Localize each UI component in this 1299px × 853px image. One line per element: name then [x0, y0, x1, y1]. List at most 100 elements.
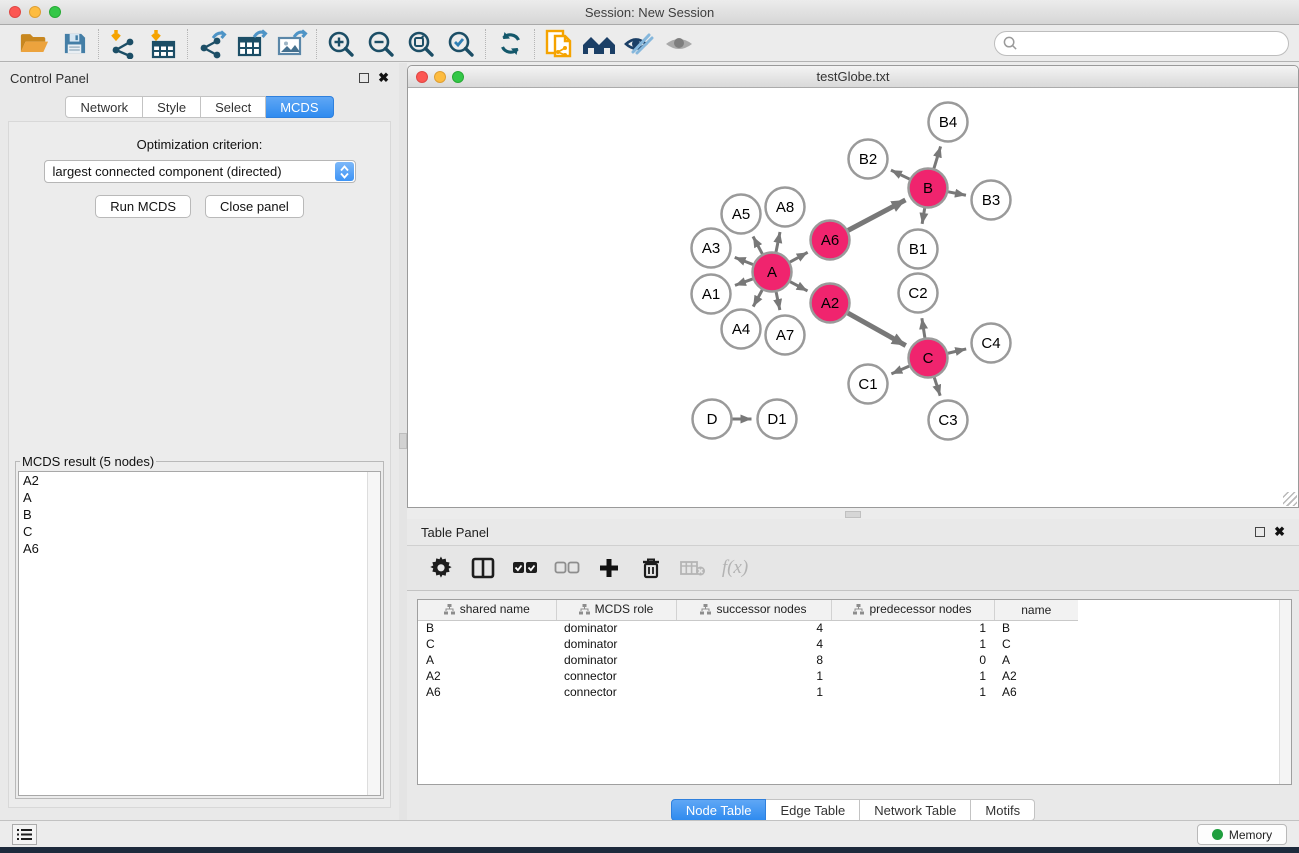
mcds-result-list[interactable]: A2ABCA6 — [18, 471, 381, 796]
open-file-icon[interactable] — [14, 28, 54, 60]
close-window-button[interactable] — [9, 6, 21, 18]
criterion-select[interactable]: largest connected component (directed) — [44, 160, 356, 183]
splitter-grip[interactable] — [845, 511, 861, 518]
table-cell-predecessor_nodes[interactable]: 1 — [831, 620, 994, 636]
graph-edge-A6-B[interactable] — [848, 200, 905, 230]
column-header-predecessor-nodes[interactable]: predecessor nodes — [831, 600, 994, 620]
table-cell-mcds_role[interactable]: connector — [556, 684, 676, 700]
graph-edge-C-C1[interactable] — [891, 366, 909, 374]
result-list-item[interactable]: A — [19, 489, 380, 506]
table-cell-predecessor_nodes[interactable]: 1 — [831, 636, 994, 652]
table-scrollbar[interactable] — [1279, 600, 1291, 784]
unselect-all-columns-icon[interactable] — [549, 550, 585, 586]
table-row[interactable]: Adominator80A — [418, 652, 1078, 668]
table-cell-name[interactable]: B — [994, 620, 1078, 636]
graph-edge-A-A7[interactable] — [776, 292, 780, 310]
table-cell-successor_nodes[interactable]: 8 — [676, 652, 831, 668]
net-minimize-button[interactable] — [434, 71, 446, 83]
table-cell-name[interactable]: A — [994, 652, 1078, 668]
column-header-successor-nodes[interactable]: successor nodes — [676, 600, 831, 620]
graph-edge-B-B1[interactable] — [922, 208, 925, 224]
close-panel-icon[interactable]: ✖ — [378, 73, 389, 83]
export-image-icon[interactable] — [272, 28, 312, 60]
graph-edge-A-A4[interactable] — [753, 290, 762, 307]
table-cell-mcds_role[interactable]: connector — [556, 668, 676, 684]
create-column-icon[interactable] — [591, 550, 627, 586]
graph-edge-B-B3[interactable] — [948, 192, 966, 195]
tab-mcds[interactable]: MCDS — [266, 96, 333, 118]
table-cell-shared_name[interactable]: A — [418, 652, 556, 668]
table-cell-shared_name[interactable]: A2 — [418, 668, 556, 684]
zoom-fit-icon[interactable] — [401, 28, 441, 60]
graph-edge-C-C4[interactable] — [948, 349, 966, 353]
new-network-from-selection-icon[interactable] — [539, 28, 579, 60]
tab-select[interactable]: Select — [201, 96, 266, 118]
table-row[interactable]: A6connector11A6 — [418, 684, 1078, 700]
table-cell-mcds_role[interactable]: dominator — [556, 652, 676, 668]
result-list-item[interactable]: A2 — [19, 472, 380, 489]
table-cell-successor_nodes[interactable]: 4 — [676, 636, 831, 652]
hide-selection-icon[interactable] — [619, 28, 659, 60]
zoom-out-icon[interactable] — [361, 28, 401, 60]
table-cell-predecessor_nodes[interactable]: 1 — [831, 668, 994, 684]
tab-style[interactable]: Style — [143, 96, 201, 118]
export-table-icon[interactable] — [232, 28, 272, 60]
table-cell-shared_name[interactable]: A6 — [418, 684, 556, 700]
graph-edge-A-A6[interactable] — [790, 252, 808, 262]
close-panel-button[interactable]: Close panel — [205, 195, 304, 218]
graph-edge-A2-C[interactable] — [848, 313, 906, 345]
table-cell-successor_nodes[interactable]: 4 — [676, 620, 831, 636]
table-cell-mcds_role[interactable]: dominator — [556, 620, 676, 636]
delete-columns-icon[interactable] — [633, 550, 669, 586]
table-row[interactable]: Bdominator41B — [418, 620, 1078, 636]
table-cell-name[interactable]: C — [994, 636, 1078, 652]
minimize-window-button[interactable] — [29, 6, 41, 18]
column-header-mcds-role[interactable]: MCDS role — [556, 600, 676, 620]
zoom-in-icon[interactable] — [321, 28, 361, 60]
zoom-selected-icon[interactable] — [441, 28, 481, 60]
column-header-shared-name[interactable]: shared name — [418, 600, 556, 620]
result-list-item[interactable]: B — [19, 506, 380, 523]
memory-button[interactable]: Memory — [1197, 824, 1287, 845]
table-header-row[interactable]: shared name MCDS role successor nodes pr… — [418, 600, 1078, 620]
table-cell-mcds_role[interactable]: dominator — [556, 636, 676, 652]
graph-edge-A-A5[interactable] — [753, 236, 762, 253]
export-network-icon[interactable] — [192, 28, 232, 60]
result-list-item[interactable]: C — [19, 523, 380, 540]
graph-edge-C-C3[interactable] — [934, 378, 940, 396]
graph-edge-B-B2[interactable] — [891, 170, 910, 179]
net-close-button[interactable] — [416, 71, 428, 83]
graph-edge-C-C2[interactable] — [922, 318, 925, 338]
network-window-titlebar[interactable]: testGlobe.txt — [408, 66, 1298, 88]
network-graph[interactable]: B4B2BB3A8A5A6A3B1AC2A1A2A4A7C4CC1C3DD1 — [408, 88, 1298, 507]
run-mcds-button[interactable]: Run MCDS — [95, 195, 191, 218]
table-cell-predecessor_nodes[interactable]: 1 — [831, 684, 994, 700]
float-table-panel-icon[interactable] — [1255, 527, 1265, 537]
float-panel-icon[interactable] — [359, 73, 369, 83]
graph-edge-A-A1[interactable] — [735, 279, 753, 285]
column-header-name[interactable]: name — [994, 600, 1078, 620]
table-cell-successor_nodes[interactable]: 1 — [676, 668, 831, 684]
table-cell-name[interactable]: A2 — [994, 668, 1078, 684]
tab-motifs[interactable]: Motifs — [971, 799, 1035, 821]
graph-edge-A-A3[interactable] — [735, 257, 753, 264]
table-options-icon[interactable] — [423, 550, 459, 586]
splitter-grip[interactable] — [399, 433, 407, 449]
result-scrollbar[interactable] — [367, 472, 380, 795]
show-all-icon[interactable] — [659, 28, 699, 60]
search-input[interactable] — [994, 31, 1289, 56]
task-history-button[interactable] — [12, 824, 37, 845]
table-cell-name[interactable]: A6 — [994, 684, 1078, 700]
graph-edge-A-A8[interactable] — [776, 232, 780, 252]
refresh-icon[interactable] — [490, 28, 530, 60]
horizontal-splitter[interactable] — [407, 509, 1299, 519]
table-cell-shared_name[interactable]: B — [418, 620, 556, 636]
close-table-panel-icon[interactable]: ✖ — [1274, 527, 1285, 537]
show-columns-icon[interactable] — [465, 550, 501, 586]
table-cell-shared_name[interactable]: C — [418, 636, 556, 652]
tab-network[interactable]: Network — [65, 96, 143, 118]
graph-edge-B-B4[interactable] — [934, 146, 941, 168]
import-table-icon[interactable] — [143, 28, 183, 60]
tab-edge-table[interactable]: Edge Table — [766, 799, 860, 821]
net-zoom-button[interactable] — [452, 71, 464, 83]
